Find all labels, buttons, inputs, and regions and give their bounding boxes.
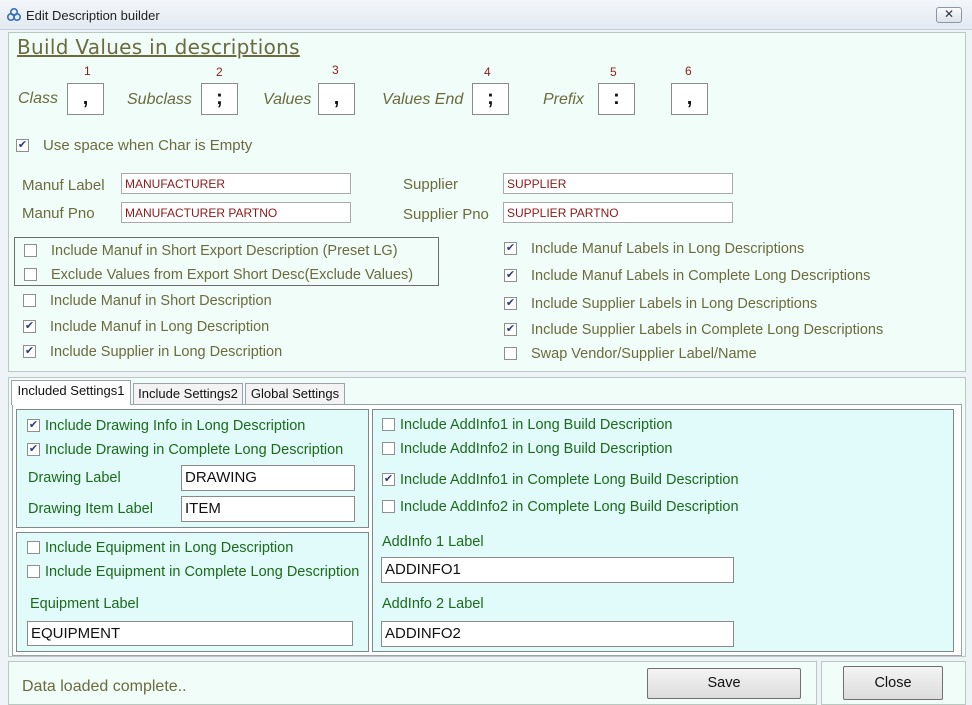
use-space-label: Use space when Char is Empty — [43, 137, 253, 154]
tab-include-settings2[interactable]: Include Settings2 — [133, 383, 243, 405]
separator-number: 2 — [216, 65, 223, 79]
check-icon: ✔ — [24, 345, 35, 357]
addinfo2-label-input[interactable]: ADDINFO2 — [381, 621, 734, 647]
separator-number: 5 — [610, 65, 617, 79]
page-title: Build Values in descriptions — [17, 35, 300, 59]
prefix-label: Prefix — [543, 91, 584, 108]
values-end-separator-input[interactable]: ; — [472, 83, 509, 115]
checkbox-label: Include AddInfo2 in Long Build Descripti… — [400, 441, 673, 457]
tab-included-settings1[interactable]: Included Settings1 — [11, 380, 131, 405]
include-supplier-labels-complete-checkbox[interactable]: ✔ — [504, 323, 517, 336]
include-equipment-complete-long-checkbox[interactable] — [27, 565, 40, 578]
values-separator-input[interactable]: , — [318, 83, 355, 115]
separator-number: 4 — [484, 65, 491, 79]
subclass-separator-input[interactable]: ; — [201, 83, 238, 115]
include-manuf-labels-long-checkbox[interactable]: ✔ — [504, 242, 517, 255]
exclude-values-export-checkbox[interactable] — [24, 268, 37, 281]
include-addinfo2-complete-checkbox[interactable] — [382, 500, 395, 513]
swap-vendor-supplier-checkbox[interactable] — [504, 347, 517, 360]
addinfo1-label-caption: AddInfo 1 Label — [382, 534, 484, 550]
include-supplier-long-checkbox[interactable]: ✔ — [23, 345, 36, 358]
separator-number: 3 — [332, 63, 339, 77]
supplier-input[interactable]: SUPPLIER — [503, 173, 733, 194]
checkbox-label: Include AddInfo2 in Complete Long Build … — [400, 499, 739, 515]
drawing-label-caption: Drawing Label — [28, 470, 121, 486]
include-supplier-labels-long-checkbox[interactable]: ✔ — [504, 297, 517, 310]
subclass-label: Subclass — [127, 91, 192, 108]
checkbox-label: Include Manuf Labels in Long Description… — [531, 241, 805, 257]
app-icon — [6, 8, 22, 22]
checkbox-label: Exclude Values from Export Short Desc(Ex… — [51, 267, 414, 283]
check-icon: ✔ — [17, 139, 28, 151]
manuf-pno-input[interactable]: MANUFACTURER PARTNO — [121, 202, 351, 223]
use-space-checkbox[interactable]: ✔ — [16, 139, 29, 152]
checkbox-label: Include Drawing Info in Long Description — [45, 418, 306, 434]
check-icon: ✔ — [505, 242, 516, 254]
include-drawing-info-long-checkbox[interactable]: ✔ — [27, 419, 40, 432]
check-icon: ✔ — [505, 297, 516, 309]
checkbox-label: Include Manuf in Short Description — [50, 293, 272, 309]
supplier-pno-input[interactable]: SUPPLIER PARTNO — [503, 202, 733, 223]
checkbox-label: Include Drawing in Complete Long Descrip… — [45, 442, 344, 458]
manuf-label-caption: Manuf Label — [22, 177, 105, 194]
class-separator-input[interactable]: , — [67, 83, 104, 115]
close-button[interactable]: Close — [843, 666, 943, 700]
check-icon: ✔ — [24, 320, 35, 332]
include-addinfo1-complete-checkbox[interactable]: ✔ — [382, 473, 395, 486]
window-title: Edit Description builder — [26, 8, 160, 23]
status-text: Data loaded complete.. — [22, 678, 187, 695]
checkbox-label: Include Supplier Labels in Long Descript… — [531, 296, 818, 312]
check-icon: ✔ — [505, 269, 516, 281]
include-manuf-labels-complete-checkbox[interactable]: ✔ — [504, 269, 517, 282]
include-manuf-short-checkbox[interactable] — [23, 294, 36, 307]
equipment-label-input[interactable]: EQUIPMENT — [27, 621, 353, 646]
separator-6-input[interactable]: , — [671, 83, 708, 115]
check-icon: ✔ — [28, 419, 39, 431]
separator-number: 6 — [685, 64, 692, 78]
include-addinfo2-long-checkbox[interactable] — [382, 442, 395, 455]
checkbox-label: Include AddInfo1 in Long Build Descripti… — [400, 417, 673, 433]
equipment-label-caption: Equipment Label — [30, 596, 139, 612]
prefix-separator-input[interactable]: : — [598, 83, 635, 115]
check-icon: ✔ — [383, 473, 394, 485]
tab-global-settings[interactable]: Global Settings — [245, 383, 345, 405]
checkbox-label: Include Equipment in Long Description — [45, 540, 294, 556]
checkbox-label: Include Manuf in Short Export Descriptio… — [51, 243, 398, 259]
check-icon: ✔ — [28, 443, 39, 455]
checkbox-label: Include AddInfo1 in Complete Long Build … — [400, 472, 739, 488]
checkbox-label: Include Manuf Labels in Complete Long De… — [531, 268, 871, 284]
values-end-label: Values End — [382, 91, 464, 108]
checkbox-label: Include Manuf in Long Description — [50, 319, 270, 335]
include-manuf-short-export-checkbox[interactable] — [24, 244, 37, 257]
checkbox-label: Include Supplier Labels in Complete Long… — [531, 322, 884, 338]
check-icon: ✔ — [505, 323, 516, 335]
include-equipment-long-checkbox[interactable] — [27, 541, 40, 554]
values-label: Values — [263, 91, 312, 108]
class-label: Class — [18, 90, 59, 107]
addinfo2-label-caption: AddInfo 2 Label — [382, 596, 484, 612]
drawing-item-label-caption: Drawing Item Label — [28, 501, 153, 517]
drawing-label-input[interactable]: DRAWING — [181, 465, 355, 491]
manuf-pno-caption: Manuf Pno — [22, 205, 95, 222]
supplier-caption: Supplier — [403, 176, 459, 193]
manuf-label-input[interactable]: MANUFACTURER — [121, 173, 351, 194]
close-window-icon[interactable]: ✕ — [936, 7, 962, 23]
checkbox-label: Include Supplier in Long Description — [50, 344, 283, 360]
addinfo1-label-input[interactable]: ADDINFO1 — [381, 557, 734, 583]
include-drawing-complete-long-checkbox[interactable]: ✔ — [27, 443, 40, 456]
separator-number: 1 — [84, 64, 91, 78]
save-button[interactable]: Save — [647, 668, 801, 699]
supplier-pno-caption: Supplier Pno — [403, 206, 489, 223]
checkbox-label: Swap Vendor/Supplier Label/Name — [531, 346, 757, 362]
drawing-item-label-input[interactable]: ITEM — [181, 496, 355, 522]
checkbox-label: Include Equipment in Complete Long Descr… — [45, 564, 360, 580]
include-addinfo1-long-checkbox[interactable] — [382, 418, 395, 431]
include-manuf-long-checkbox[interactable]: ✔ — [23, 320, 36, 333]
